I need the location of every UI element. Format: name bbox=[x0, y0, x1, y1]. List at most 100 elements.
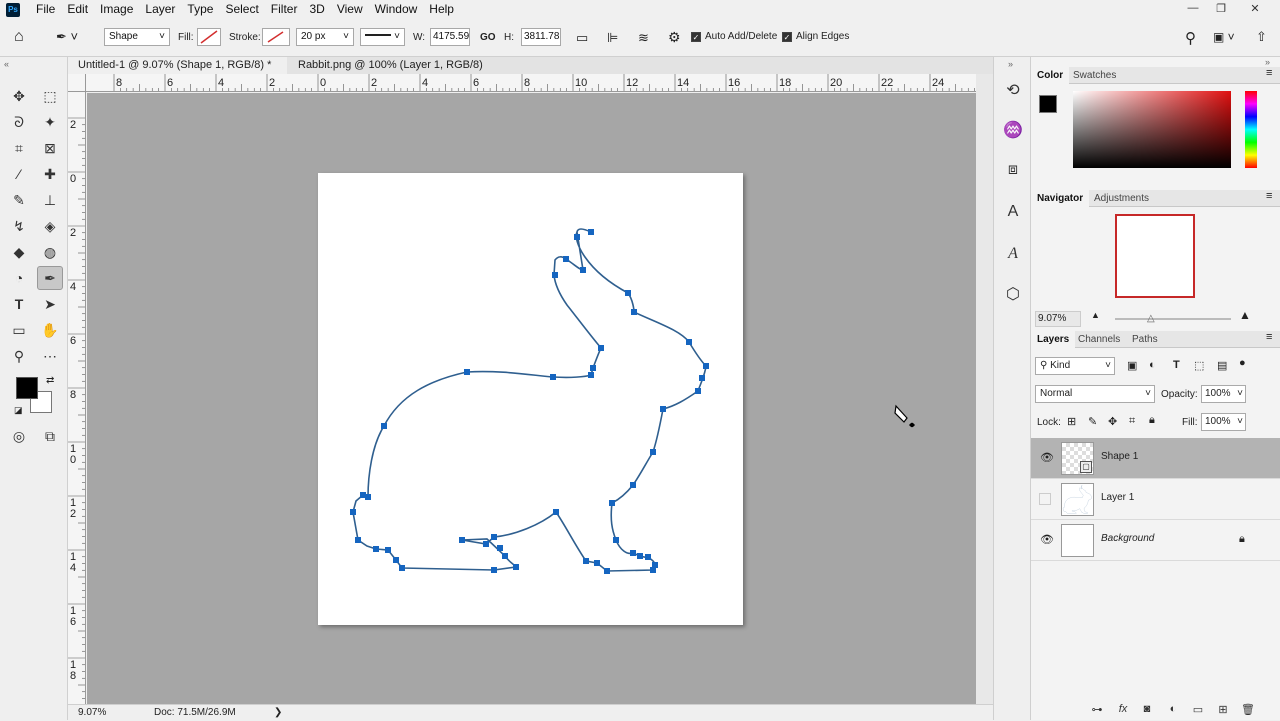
eye-visibility-icon[interactable]: 👁︎ bbox=[1040, 533, 1054, 546]
lock-all-icon[interactable]: 🔒︎ bbox=[1149, 414, 1155, 427]
layer-name[interactable]: Layer 1 bbox=[1101, 492, 1134, 503]
lock-transparent-icon[interactable]: ⊞ bbox=[1067, 415, 1076, 428]
quick-mask-icon[interactable]: ◎ bbox=[6, 424, 32, 448]
menu-image[interactable]: Image bbox=[94, 0, 139, 19]
tab-swatches[interactable]: Swatches bbox=[1067, 67, 1122, 84]
anchor-point[interactable] bbox=[583, 558, 589, 564]
zoom-level[interactable]: 9.07% bbox=[78, 705, 106, 721]
swap-colors-icon[interactable]: ⇄ bbox=[46, 375, 54, 386]
menu-window[interactable]: Window bbox=[369, 0, 424, 19]
menu-3d[interactable]: 3D bbox=[303, 0, 330, 19]
anchor-point[interactable] bbox=[625, 290, 631, 296]
navigator-preview[interactable] bbox=[1115, 214, 1195, 298]
anchor-point[interactable] bbox=[686, 339, 692, 345]
anchor-point[interactable] bbox=[703, 363, 709, 369]
foreground-color-swatch[interactable] bbox=[1039, 95, 1057, 113]
lasso-tool-icon[interactable]: ᘐ bbox=[6, 110, 32, 134]
anchor-point[interactable] bbox=[637, 553, 643, 559]
lock-position-icon[interactable]: ✥ bbox=[1108, 415, 1117, 428]
search-icon[interactable]: ⚲ bbox=[1185, 29, 1196, 47]
anchor-point[interactable] bbox=[497, 545, 503, 551]
anchor-point[interactable] bbox=[631, 309, 637, 315]
filter-smart-object-icon[interactable]: ▤ bbox=[1217, 359, 1227, 372]
new-layer-icon[interactable]: ⊞ bbox=[1215, 702, 1231, 716]
anchor-point[interactable] bbox=[393, 557, 399, 563]
restore-button[interactable]: ❐ bbox=[1206, 0, 1236, 16]
anchor-point[interactable] bbox=[590, 365, 596, 371]
anchor-point[interactable] bbox=[491, 567, 497, 573]
menu-type[interactable]: Type bbox=[181, 0, 219, 19]
stroke-type-select[interactable]: ˅ bbox=[360, 28, 405, 46]
tab-adjustments[interactable]: Adjustments bbox=[1088, 190, 1155, 207]
tab-paths[interactable]: Paths bbox=[1126, 331, 1164, 348]
close-window-button[interactable]: ✕ bbox=[1240, 0, 1270, 16]
menu-help[interactable]: Help bbox=[423, 0, 460, 19]
layer-row-shape-1[interactable]: 👁︎ ▢ Shape 1 bbox=[1031, 438, 1280, 479]
paragraph-styles-icon[interactable]: A bbox=[998, 241, 1028, 267]
anchor-point[interactable] bbox=[660, 406, 666, 412]
dodge-tool-icon[interactable]: ◔ bbox=[6, 266, 32, 290]
tab-navigator[interactable]: Navigator bbox=[1031, 190, 1090, 207]
anchor-point[interactable] bbox=[594, 560, 600, 566]
menu-view[interactable]: View bbox=[331, 0, 369, 19]
hand-tool-icon[interactable]: ✋ bbox=[37, 318, 63, 342]
panel-menu-icon[interactable]: ≡ bbox=[1266, 331, 1272, 343]
anchor-point[interactable] bbox=[483, 541, 489, 547]
layer-name[interactable]: Background bbox=[1101, 533, 1154, 544]
fill-swatch[interactable] bbox=[197, 28, 221, 46]
home-icon[interactable]: ⌂ bbox=[14, 28, 38, 48]
layer-filter-kind[interactable]: ⚲ Kind ˅ bbox=[1035, 357, 1115, 375]
tab-layers[interactable]: Layers bbox=[1031, 331, 1076, 348]
anchor-point[interactable] bbox=[650, 567, 656, 573]
clone-stamp-tool-icon[interactable]: ⊥ bbox=[37, 188, 63, 212]
lock-artboard-icon[interactable]: ⌗ bbox=[1129, 415, 1135, 428]
anchor-point[interactable] bbox=[613, 537, 619, 543]
add-mask-icon[interactable]: ◙ bbox=[1139, 702, 1155, 716]
paint-bucket-tool-icon[interactable]: ◆ bbox=[6, 240, 32, 264]
collapse-dock-icon[interactable]: » bbox=[1265, 57, 1270, 67]
anchor-point[interactable] bbox=[699, 375, 705, 381]
anchor-point[interactable] bbox=[630, 550, 636, 556]
blur-tool-icon[interactable]: ◍ bbox=[37, 240, 63, 264]
tab-channels[interactable]: Channels bbox=[1072, 331, 1126, 348]
align-edges-checkbox[interactable]: ✓ Align Edges bbox=[782, 31, 849, 42]
frame-tool-icon[interactable]: ⊠ bbox=[37, 136, 63, 160]
history-panel-icon[interactable]: ⟲ bbox=[998, 77, 1028, 103]
layer-name[interactable]: Shape 1 bbox=[1101, 451, 1138, 462]
hue-slider[interactable] bbox=[1245, 91, 1257, 168]
panel-menu-icon[interactable]: ≡ bbox=[1266, 67, 1272, 79]
height-input[interactable]: 3811.78 bbox=[521, 28, 561, 46]
width-input[interactable]: 4175.59 bbox=[430, 28, 470, 46]
eyedropper-tool-icon[interactable]: ⁄ bbox=[6, 162, 32, 186]
menu-edit[interactable]: Edit bbox=[61, 0, 94, 19]
path-arrangement-icon[interactable]: ≋ bbox=[638, 30, 649, 46]
character-panel-icon[interactable]: A bbox=[998, 199, 1028, 225]
pen-tool-icon[interactable]: ✒ bbox=[37, 266, 63, 290]
filter-toggle-icon[interactable]: ● bbox=[1239, 357, 1246, 369]
tab-color[interactable]: Color bbox=[1031, 67, 1070, 84]
minimize-button[interactable]: — bbox=[1178, 0, 1208, 16]
menu-select[interactable]: Select bbox=[219, 0, 264, 19]
anchor-point[interactable] bbox=[580, 267, 586, 273]
tab-untitled-1[interactable]: Untitled-1 @ 9.07% (Shape 1, RGB/8) * × bbox=[68, 57, 287, 87]
magic-wand-tool-icon[interactable]: ✦ bbox=[37, 110, 63, 134]
anchor-point[interactable] bbox=[563, 256, 569, 262]
eraser-tool-icon[interactable]: ◈ bbox=[37, 214, 63, 238]
anchor-point[interactable] bbox=[399, 565, 405, 571]
adjustment-layer-icon[interactable]: ◐ bbox=[1165, 702, 1181, 716]
fill-input[interactable]: 100% ˅ bbox=[1201, 413, 1246, 431]
anchor-point[interactable] bbox=[598, 345, 604, 351]
status-menu-arrow-icon[interactable]: ❯ bbox=[274, 705, 282, 721]
more-tools-icon[interactable]: ⋯ bbox=[37, 344, 63, 368]
panel-menu-icon[interactable]: ≡ bbox=[1266, 190, 1272, 202]
anchor-point[interactable] bbox=[650, 449, 656, 455]
zoom-out-icon[interactable]: ▲ bbox=[1091, 310, 1100, 320]
anchor-point[interactable] bbox=[459, 537, 465, 543]
layer-row-layer-1[interactable]: Layer 1 bbox=[1031, 479, 1280, 520]
anchor-point[interactable] bbox=[491, 534, 497, 540]
type-tool-icon[interactable]: T bbox=[6, 292, 32, 316]
anchor-point[interactable] bbox=[695, 388, 701, 394]
zoom-slider-track[interactable] bbox=[1115, 318, 1231, 320]
filter-shape-icon[interactable]: ⬚ bbox=[1194, 359, 1204, 372]
tab-rabbit-png[interactable]: Rabbit.png @ 100% (Layer 1, RGB/8) × bbox=[288, 57, 500, 87]
